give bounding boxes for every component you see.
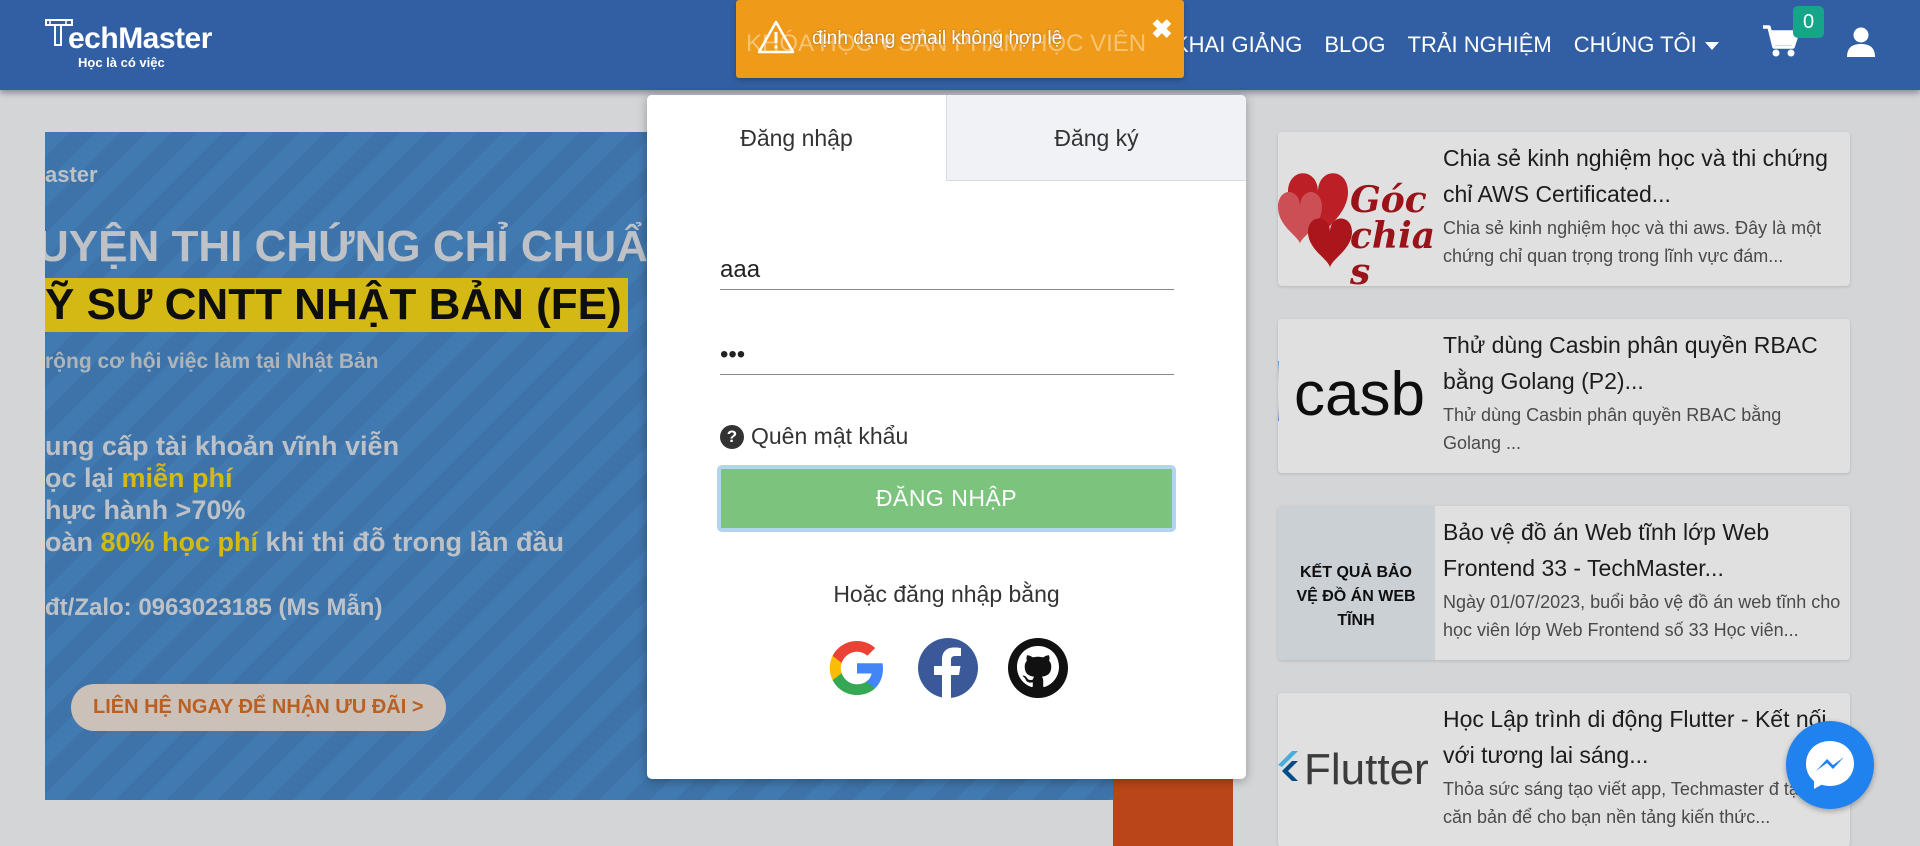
benefit-4: oàn 80% học phí khi thi đỗ trong lần đầu: [45, 526, 564, 558]
thumb-caption: KẾT QUẢ BẢO VỆ ĐỒ ÁN WEB TĨNH: [1296, 564, 1416, 629]
benefit-4-highlight: 80% học phí: [100, 527, 259, 557]
banner-brand: aster: [45, 162, 98, 187]
post-title[interactable]: Thử dùng Casbin phân quyền RBAC bằng Gol…: [1443, 327, 1843, 399]
forgot-password-label: Quên mật khẩu: [751, 423, 909, 449]
banner-headline-2: Ỹ SƯ CNTT NHẬT BẢN (FE): [45, 278, 628, 332]
post-thumbnail: Flutter: [1278, 693, 1435, 846]
post-thumbnail: casb: [1278, 319, 1435, 473]
post-title[interactable]: Chia sẻ kinh nghiệm học và thi chứng chỉ…: [1443, 140, 1843, 212]
banner-benefits: ung cấp tài khoản vĩnh viễn ọc lại miễn …: [45, 430, 564, 558]
forgot-password-link[interactable]: ? Quên mật khẩu: [720, 423, 908, 450]
banner-phone: đt/Zalo: 0963023185 (Ms Mẫn): [45, 594, 383, 621]
question-icon: ?: [720, 424, 744, 449]
password-field[interactable]: •••: [720, 335, 1174, 375]
post-thumbnail: KẾT QUẢ BẢO VỆ ĐỒ ÁN WEB TĨNH: [1278, 506, 1435, 660]
close-icon[interactable]: ✖: [1151, 16, 1173, 42]
post-title[interactable]: Học Lập trình di động Flutter - Kết nối …: [1443, 701, 1843, 773]
post-description: Ngày 01/07/2023, buổi bảo vệ đồ án web t…: [1443, 592, 1841, 640]
post-description: Chia sẻ kinh nghiệm học và thi aws. Đây …: [1443, 218, 1822, 266]
benefit-4-suffix: khi thi đỗ trong lần đầu: [258, 527, 565, 557]
nav-trai-nghiem[interactable]: TRẢI NGHIỆM: [1408, 30, 1552, 60]
blog-post-card[interactable]: KẾT QUẢ BẢO VỆ ĐỒ ÁN WEB TĨNH Bảo vệ đồ …: [1278, 506, 1850, 660]
blog-post-card[interactable]: casb Thử dùng Casbin phân quyền RBAC bằn…: [1278, 319, 1850, 473]
logo-tagline: Học là có việc: [78, 55, 165, 70]
warning-icon: [757, 20, 795, 54]
benefit-2: ọc lại miễn phí: [45, 462, 564, 494]
benefit-4-text: oàn: [45, 527, 101, 557]
benefit-2-highlight: miễn phí: [121, 463, 233, 493]
login-modal: Đăng nhập Đăng ký aaa ••• ? Quên mật khẩ…: [647, 95, 1246, 779]
benefit-2-text: ọc lại: [45, 463, 122, 493]
github-icon[interactable]: [1007, 637, 1069, 699]
blog-post-card[interactable]: Flutter Học Lập trình di động Flutter - …: [1278, 693, 1850, 846]
nav-chung-toi[interactable]: CHÚNG TÔI: [1574, 30, 1719, 60]
post-title[interactable]: Bảo vệ đồ án Web tĩnh lớp Web Frontend 3…: [1443, 514, 1843, 586]
nav-khai-giang[interactable]: KHAI GIẢNG: [1174, 30, 1302, 60]
cart-count-badge: 0: [1793, 6, 1824, 38]
techmaster-logo[interactable]: echMaster Học là có việc: [44, 18, 212, 74]
benefit-3: hực hành >70%: [45, 495, 246, 525]
orange-panel: [1113, 778, 1233, 846]
tab-login[interactable]: Đăng nhập: [647, 95, 946, 181]
user-icon[interactable]: [1845, 26, 1877, 58]
flutter-logo-icon: [1278, 751, 1298, 781]
login-button[interactable]: ĐĂNG NHẬP: [717, 465, 1176, 532]
email-field[interactable]: aaa: [720, 250, 1174, 290]
toast-message: định dạng email không hợp lệ: [812, 28, 1063, 49]
messenger-chat-button[interactable]: [1786, 721, 1874, 809]
post-description: Thử dùng Casbin phân quyền RBAC bằng Gol…: [1443, 405, 1782, 453]
nav-blog[interactable]: BLOG: [1324, 30, 1385, 60]
auth-tabs: Đăng nhập Đăng ký: [647, 95, 1246, 181]
messenger-icon: [1806, 741, 1854, 789]
banner-subtitle: rộng cơ hội việc làm tại Nhật Bản: [45, 350, 379, 373]
casbin-logo-mark: [1278, 361, 1286, 421]
benefit-1: ung cấp tài khoản vĩnh viễn: [45, 431, 400, 461]
banner-contact-button[interactable]: LIÊN HỆ NGAY ĐỂ NHẬN ƯU ĐÃI >: [71, 684, 446, 731]
thumb-caption: Flutter: [1304, 745, 1429, 794]
nav-chung-toi-label: CHÚNG TÔI: [1573, 32, 1697, 57]
social-login-label: Hoặc đăng nhập bằng: [833, 581, 1060, 607]
blog-post-card[interactable]: Góc chia s Chia sẻ kinh nghiệm học và th…: [1278, 132, 1850, 286]
thumb-caption: casb: [1294, 360, 1425, 429]
banner-headline-1: UYỆN THI CHỨNG CHỈ CHUẨ: [45, 222, 648, 271]
thumb-caption: Góc chia s: [1350, 179, 1435, 286]
blog-post-list: Góc chia s Chia sẻ kinh nghiệm học và th…: [1278, 132, 1850, 846]
facebook-icon[interactable]: [917, 637, 979, 699]
tab-register[interactable]: Đăng ký: [946, 95, 1246, 181]
error-toast: KHÓA HỌC ▾ SẢN PHẨM HỌC VIÊN định dạng e…: [736, 0, 1184, 78]
chevron-down-icon: [1704, 42, 1719, 51]
logo-text: echMaster: [68, 22, 212, 55]
post-description: Thỏa sức sáng tạo viết app, Techmaster đ…: [1443, 779, 1831, 827]
google-icon[interactable]: [826, 637, 888, 699]
post-thumbnail: Góc chia s: [1278, 132, 1435, 286]
